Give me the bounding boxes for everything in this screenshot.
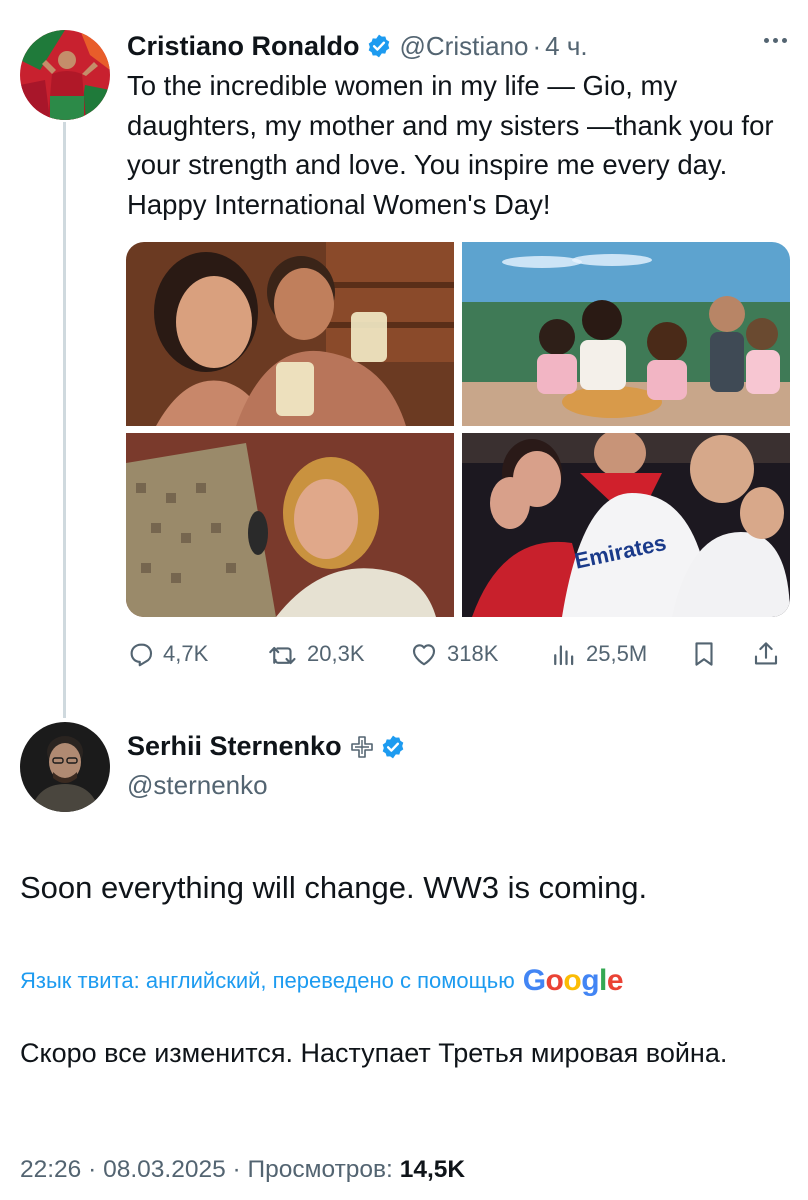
photo-couple-selfie[interactable] [126, 242, 454, 426]
plus-cross-icon [350, 735, 374, 759]
share-icon [751, 638, 781, 670]
separator-dot: · [88, 1156, 97, 1183]
retweet-button[interactable]: 20,3K [266, 632, 365, 676]
verified-badge-icon [366, 33, 392, 59]
like-button[interactable]: 318K [408, 632, 498, 676]
thread-connector-line [63, 122, 66, 718]
tweet-time[interactable]: 4 ч. [545, 31, 587, 62]
views-icon [549, 639, 579, 669]
quoted-tweet-actions: 4,7K 20,3K 318K 25,5M [126, 632, 790, 676]
separator-dot: · [532, 30, 542, 61]
views-label: Просмотров: [247, 1156, 393, 1183]
reply-icon [126, 639, 156, 669]
reply-button[interactable]: 4,7K [126, 632, 208, 676]
avatar-cristiano[interactable] [20, 30, 110, 120]
tweet-date[interactable]: 08.03.2025 [103, 1156, 226, 1183]
like-icon [408, 639, 440, 669]
main-tweet-text: Soon everything will change. WW3 is comi… [20, 870, 648, 905]
avatar-image [20, 722, 110, 812]
avatar-sternenko[interactable] [20, 722, 110, 812]
photo-with-sisters[interactable]: Emirates [462, 433, 790, 617]
bookmark-icon [689, 638, 719, 670]
share-button[interactable] [751, 632, 781, 676]
author-name[interactable]: Serhii Sternenko [127, 731, 342, 762]
views-count: 25,5M [586, 641, 648, 666]
avatar-image [20, 30, 110, 120]
photo-family-birthday[interactable] [462, 242, 790, 426]
reply-count: 4,7K [163, 641, 209, 666]
quoted-tweet-text: To the incredible women in my life — Gio… [127, 70, 774, 220]
views-button[interactable]: 25,5M [549, 632, 647, 676]
author-handle[interactable]: @Cristiano [400, 31, 529, 62]
retweet-count: 20,3K [307, 641, 365, 666]
author-handle[interactable]: @sternenko [127, 770, 268, 801]
photo-with-mother[interactable] [126, 433, 454, 617]
google-logo: Google [522, 964, 624, 997]
tweet-time[interactable]: 22:26 [20, 1156, 81, 1183]
translation-notice: Язык твита: английский, переведено с пом… [20, 964, 624, 998]
verified-badge-icon [380, 734, 406, 760]
translation-label[interactable]: Язык твита: английский, переведено с пом… [20, 968, 515, 994]
separator-dot: · [232, 1156, 241, 1183]
tweet-meta: 22:26 · 08.03.2025 · Просмотров: 14,5K [20, 1156, 465, 1184]
retweet-icon [266, 639, 300, 669]
author-name[interactable]: Cristiano Ronaldo [127, 31, 360, 62]
views-count: 14,5K [399, 1156, 466, 1183]
bookmark-button[interactable] [689, 632, 719, 676]
quoted-tweet-header: Cristiano Ronaldo @Cristiano · 4 ч. [127, 26, 787, 66]
main-tweet-header: Serhii Sternenko [127, 731, 406, 762]
photo-grid: Emirates [126, 242, 790, 617]
translated-text: Скоро все изменится. Наступает Третья ми… [20, 1038, 728, 1068]
more-icon[interactable] [764, 38, 787, 43]
like-count: 318K [447, 641, 499, 666]
